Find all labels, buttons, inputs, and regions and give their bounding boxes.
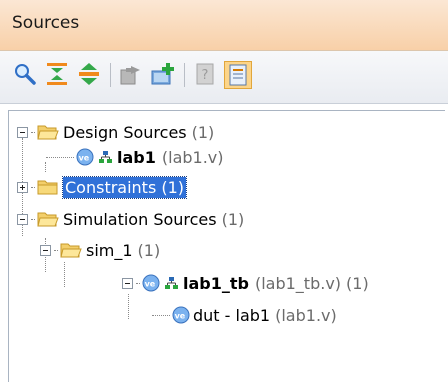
tree-connector <box>136 282 140 284</box>
panel-title-bar: Sources <box>0 0 448 51</box>
collapse-toggle[interactable] <box>17 213 28 225</box>
toolbar-separator <box>184 63 185 87</box>
tree-connector <box>54 249 58 251</box>
item-count: (1) <box>137 240 161 260</box>
file-name: (lab1.v) <box>161 147 224 167</box>
tree-connector <box>31 218 35 220</box>
tree-guide-line <box>64 262 65 287</box>
tree-item-design-sources[interactable]: Design Sources (1) <box>17 120 214 144</box>
toolbar: ? <box>0 51 448 104</box>
show-hierarchy-icon[interactable] <box>224 61 252 89</box>
expand-toggle[interactable] <box>17 181 28 193</box>
tree-item-label: sim_1 <box>86 240 133 260</box>
svg-text:ve: ve <box>175 312 186 321</box>
tree-item-lab1-tb[interactable]: ve lab1_tb (lab1_tb.v) (1) <box>122 271 369 295</box>
tree-item-sim-1[interactable]: sim_1 (1) <box>40 238 160 262</box>
folder-open-icon <box>37 210 59 228</box>
tree-item-label: Simulation Sources <box>63 209 217 229</box>
svg-text:?: ? <box>202 68 209 83</box>
tree-item-simulation-sources[interactable]: Simulation Sources (1) <box>17 207 244 231</box>
panel-title: Sources <box>12 13 80 33</box>
add-sources-icon[interactable] <box>150 61 176 87</box>
tree-item-dut[interactable]: ve dut - lab1 (lab1.v) <box>152 303 337 327</box>
tree-item-constraints[interactable]: Constraints (1) <box>17 175 188 199</box>
collapse-toggle[interactable] <box>40 244 51 256</box>
tree-connector <box>152 314 170 316</box>
search-icon[interactable] <box>12 61 38 87</box>
toolbar-separator <box>110 63 111 87</box>
sources-panel: Sources ? Design Sources (1) ve lab1 (la… <box>0 0 448 382</box>
collapse-all-icon[interactable] <box>44 61 70 87</box>
tree-item-lab1[interactable]: ve lab1 (lab1.v) <box>46 145 224 169</box>
tree-guide-line <box>128 294 129 319</box>
tree-item-label: Constraints (1) <box>61 175 188 199</box>
svg-text:ve: ve <box>145 280 156 289</box>
svg-text:ve: ve <box>79 154 90 163</box>
folder-closed-icon <box>37 178 59 196</box>
hierarchy-icon <box>97 149 113 165</box>
folder-open-icon <box>60 241 82 259</box>
module-name: lab1_tb <box>183 273 249 293</box>
tree-item-label: dut - lab1 <box>193 305 271 325</box>
verilog-file-icon: ve <box>172 306 190 324</box>
properties-icon[interactable]: ? <box>192 61 218 87</box>
item-count: (1) <box>346 273 369 293</box>
tree-connector <box>31 131 35 133</box>
tree-item-label: Design Sources <box>63 122 187 142</box>
item-count: (1) <box>191 122 215 142</box>
tree-connector <box>46 156 74 158</box>
open-file-icon[interactable] <box>118 61 144 87</box>
expand-all-icon[interactable] <box>76 61 102 87</box>
verilog-file-icon: ve <box>76 148 94 166</box>
collapse-toggle[interactable] <box>122 277 133 289</box>
item-count: (1) <box>221 209 245 229</box>
folder-open-icon <box>37 123 59 141</box>
file-name: (lab1.v) <box>275 305 337 325</box>
hierarchy-icon <box>163 275 179 291</box>
verilog-file-icon: ve <box>142 274 160 292</box>
tree-connector <box>31 186 35 188</box>
file-name: (lab1_tb.v) <box>254 273 342 293</box>
collapse-toggle[interactable] <box>17 126 28 138</box>
module-name: lab1 <box>117 147 156 167</box>
